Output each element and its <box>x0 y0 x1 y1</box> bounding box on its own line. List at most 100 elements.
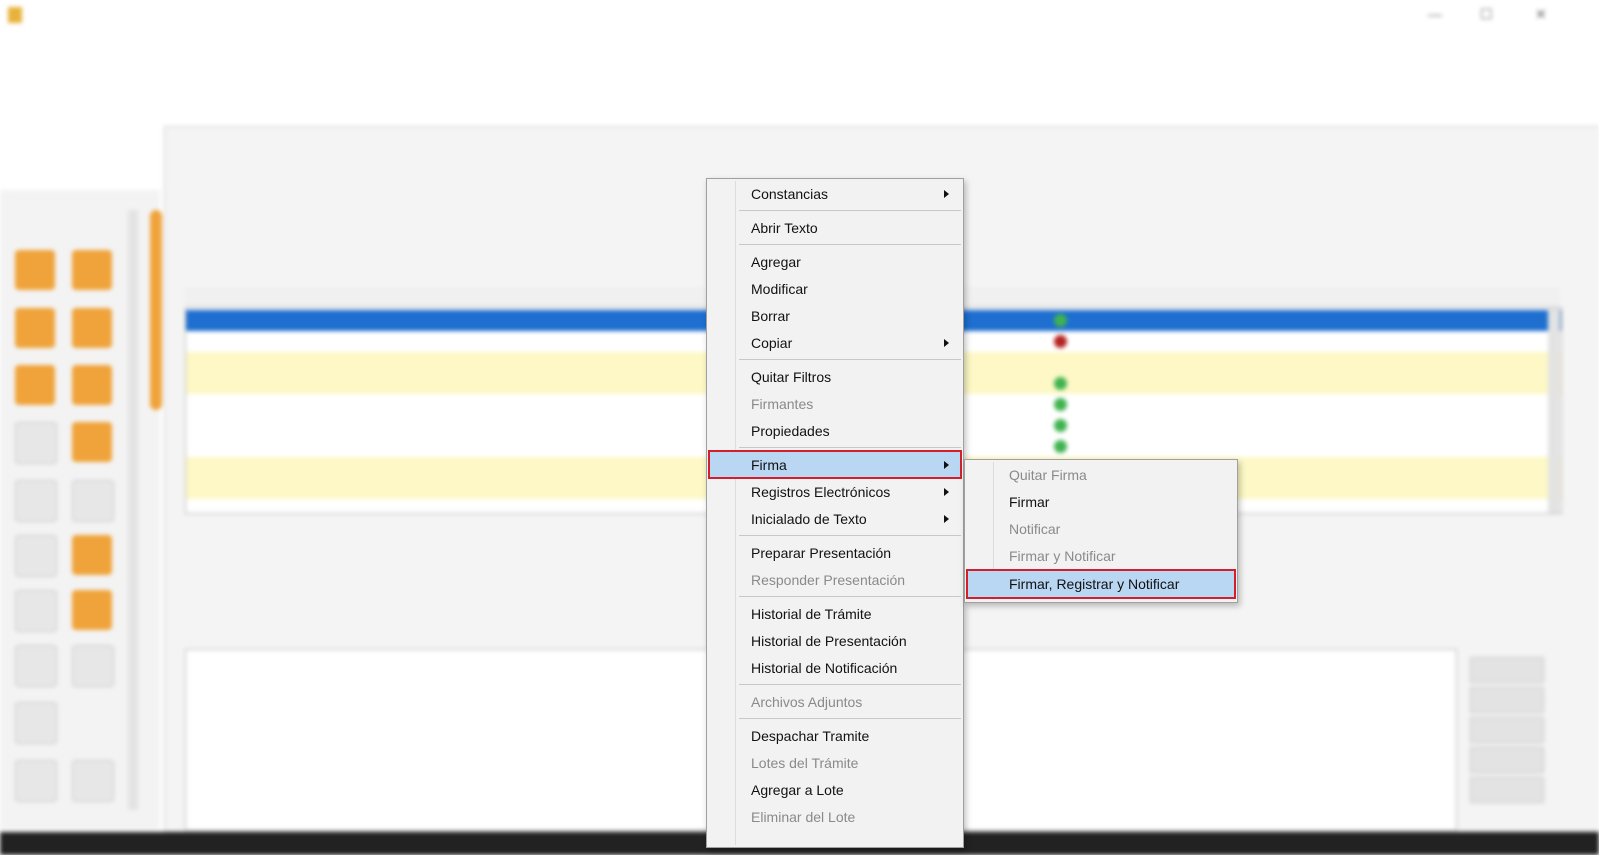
menu-item-label: Firmar y Notificar <box>1009 548 1116 564</box>
grid-scrollbar[interactable] <box>1548 308 1560 513</box>
menu-item-label: Lotes del Trámite <box>751 755 859 771</box>
menu-item-quitar-filtros[interactable]: Quitar Filtros <box>709 364 961 390</box>
status-dot <box>1054 398 1067 411</box>
toolbar-tile[interactable] <box>15 422 57 464</box>
toolbar-tile[interactable] <box>15 250 55 290</box>
submenu-item-firmar-registrar-notificar[interactable]: Firmar, Registrar y Notificar <box>966 569 1236 599</box>
toolbar-tile[interactable] <box>72 422 112 462</box>
menu-item-label: Borrar <box>751 308 790 324</box>
main-menubar <box>0 32 1599 56</box>
menu-item-label: Firmantes <box>751 396 814 412</box>
status-dot <box>1054 377 1067 390</box>
menu-separator <box>739 359 961 360</box>
menu-item-label: Constancias <box>751 186 829 202</box>
toolbar-tile[interactable] <box>15 535 57 577</box>
toolbar-tile[interactable] <box>72 590 112 630</box>
menu-item-constancias[interactable]: Constancias <box>709 181 961 207</box>
menu-item-firma[interactable]: Firma <box>708 450 962 479</box>
side-button[interactable] <box>1470 717 1544 743</box>
menu-item-preparar-presentacion[interactable]: Preparar Presentación <box>709 540 961 566</box>
side-tab[interactable] <box>150 210 162 410</box>
menu-item-inicialado-de-texto[interactable]: Inicialado de Texto <box>709 506 961 532</box>
menu-item-lotes-del-tramite[interactable]: Lotes del Trámite <box>709 750 961 776</box>
menu-item-historial-notificacion[interactable]: Historial de Notificación <box>709 655 961 681</box>
submenu-item-firmar-y-notificar[interactable]: Firmar y Notificar <box>967 543 1235 569</box>
status-dot <box>1054 419 1067 432</box>
menu-separator <box>739 718 961 719</box>
menu-item-label: Propiedades <box>751 423 830 439</box>
menu-item-responder-presentacion[interactable]: Responder Presentación <box>709 567 961 593</box>
toolbar-tile[interactable] <box>72 250 112 290</box>
menu-item-label: Modificar <box>751 281 808 297</box>
menu-item-borrar[interactable]: Borrar <box>709 303 961 329</box>
menu-item-agregar[interactable]: Agregar <box>709 249 961 275</box>
menu-item-label: Responder Presentación <box>751 572 906 588</box>
side-button[interactable] <box>1470 777 1544 803</box>
menu-separator <box>739 447 961 448</box>
menu-item-label: Firmar <box>1009 494 1050 510</box>
menu-item-historial-presentacion[interactable]: Historial de Presentación <box>709 628 961 654</box>
menu-item-registros-electronicos[interactable]: Registros Electrónicos <box>709 479 961 505</box>
menu-item-label: Archivos Adjuntos <box>751 694 863 710</box>
side-button[interactable] <box>1470 657 1544 683</box>
menu-separator <box>739 596 961 597</box>
toolbar-tile[interactable] <box>15 590 57 632</box>
menu-item-archivos-adjuntos[interactable]: Archivos Adjuntos <box>709 689 961 715</box>
menu-item-label: Firmar, Registrar y Notificar <box>1009 576 1180 592</box>
toolbar-tile[interactable] <box>72 645 114 687</box>
submenu-arrow-icon <box>944 190 949 198</box>
app-icon <box>8 7 22 23</box>
menu-item-label: Notificar <box>1009 521 1061 537</box>
submenu-item-quitar-firma[interactable]: Quitar Firma <box>967 462 1235 488</box>
toolbar-tile[interactable] <box>15 308 55 348</box>
toolbar-tile[interactable] <box>72 308 112 348</box>
left-scrollbar[interactable] <box>128 210 138 810</box>
menu-item-label: Preparar Presentación <box>751 545 892 561</box>
submenu-item-firmar[interactable]: Firmar <box>967 489 1235 515</box>
menu-item-label: Historial de Presentación <box>751 633 907 649</box>
status-dot <box>1054 314 1067 327</box>
menu-separator <box>739 535 961 536</box>
side-button[interactable] <box>1470 747 1544 773</box>
menu-item-label: Inicialado de Texto <box>751 511 867 527</box>
toolbar-tile[interactable] <box>72 480 114 522</box>
menu-item-despachar-tramite[interactable]: Despachar Tramite <box>709 723 961 749</box>
menu-item-label: Registros Electrónicos <box>751 484 891 500</box>
submenu-arrow-icon <box>944 515 949 523</box>
menu-item-historial-tramite[interactable]: Historial de Trámite <box>709 601 961 627</box>
submenu-arrow-icon <box>944 461 949 469</box>
toolbar-tile[interactable] <box>15 760 57 802</box>
menu-item-abrir-texto[interactable]: Abrir Texto <box>709 215 961 241</box>
submenu-item-notificar[interactable]: Notificar <box>967 516 1235 542</box>
menu-item-label: Historial de Trámite <box>751 606 872 622</box>
menu-separator <box>739 244 961 245</box>
side-button[interactable] <box>1470 687 1544 713</box>
toolbar-tile[interactable] <box>72 365 112 405</box>
menu-item-label: Despachar Tramite <box>751 728 870 744</box>
window-titlebar: — ☐ ✕ <box>0 0 1599 30</box>
menu-item-propiedades[interactable]: Propiedades <box>709 418 961 444</box>
menu-item-label: Eliminar del Lote <box>751 809 856 825</box>
submenu-arrow-icon <box>944 339 949 347</box>
menu-item-agregar-a-lote[interactable]: Agregar a Lote <box>709 777 961 803</box>
menu-item-eliminar-del-lote[interactable]: Eliminar del Lote <box>709 804 961 830</box>
minimize-icon[interactable]: — <box>1428 6 1442 22</box>
menu-item-copiar[interactable]: Copiar <box>709 330 961 356</box>
menu-item-label: Abrir Texto <box>751 220 818 236</box>
toolbar-tile[interactable] <box>72 535 112 575</box>
left-toolbar <box>0 190 160 830</box>
toolbar-tile[interactable] <box>15 645 57 687</box>
submenu-arrow-icon <box>944 488 949 496</box>
toolbar-tile[interactable] <box>15 365 55 405</box>
toolbar-tile[interactable] <box>72 760 114 802</box>
menu-item-firmantes[interactable]: Firmantes <box>709 391 961 417</box>
close-icon[interactable]: ✕ <box>1535 6 1547 23</box>
menu-item-label: Agregar a Lote <box>751 782 844 798</box>
maximize-icon[interactable]: ☐ <box>1480 6 1493 23</box>
toolbar-tile[interactable] <box>15 702 57 744</box>
menu-item-label: Firma <box>751 457 787 473</box>
menu-item-label: Quitar Firma <box>1009 467 1087 483</box>
firma-submenu: Quitar Firma Firmar Notificar Firmar y N… <box>964 459 1238 603</box>
toolbar-tile[interactable] <box>15 480 57 522</box>
menu-item-modificar[interactable]: Modificar <box>709 276 961 302</box>
